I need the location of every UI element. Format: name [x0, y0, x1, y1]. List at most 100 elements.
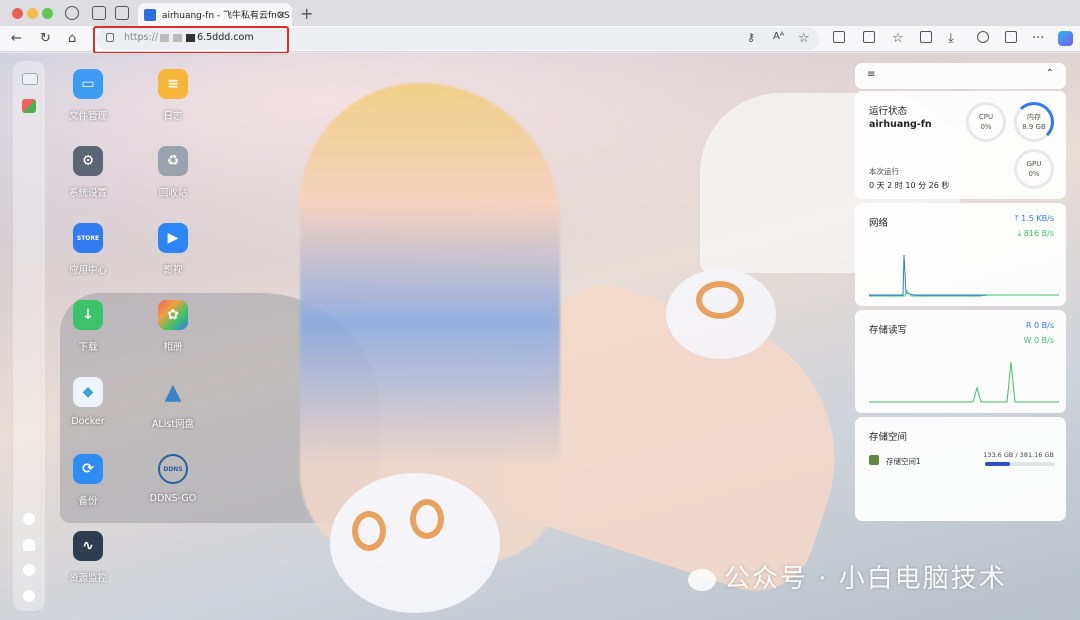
- tab-title: airhuang-fn - 飞牛私有云fnOS: [162, 11, 290, 21]
- resource-monitor-icon: ∿: [73, 531, 103, 561]
- memory-gauge: 内存 8.9 GB: [1014, 102, 1054, 142]
- app-recycle-bin[interactable]: ♻ 回收站: [133, 146, 213, 199]
- browser-tab-bar: airhuang-fn - 飞牛私有云fnOS × +: [0, 0, 1080, 26]
- app-ddns-go[interactable]: DDNS DDNS-GO: [133, 454, 213, 504]
- wechat-icon: [688, 568, 716, 591]
- store-icon: STORE: [73, 223, 103, 253]
- collapse-widgets-icon[interactable]: ⌃: [1046, 68, 1054, 79]
- write-line: [869, 361, 1059, 403]
- app-label: 影视: [163, 265, 183, 276]
- tab-actions-icon[interactable]: [115, 6, 129, 20]
- pillow-eye: [696, 281, 744, 319]
- app-alist[interactable]: ▲ AList网盘: [133, 377, 213, 431]
- app-label: 回收站: [158, 188, 188, 199]
- widget-title: 存储读写: [869, 325, 908, 336]
- split-screen-icon[interactable]: [863, 31, 875, 43]
- app-label: 日志: [163, 111, 183, 122]
- profile-icon[interactable]: [65, 6, 79, 20]
- vpn-icon[interactable]: [977, 31, 989, 43]
- reload-icon[interactable]: ↻: [40, 31, 51, 46]
- copilot-icon[interactable]: [1058, 31, 1073, 46]
- widget-system-status[interactable]: 运行状态 airhuang-fn CPU 0% 内存 8.9 GB GPU 0%…: [855, 91, 1066, 199]
- app-video[interactable]: ▶ 影视: [133, 223, 213, 276]
- home-icon[interactable]: ⌂: [68, 31, 76, 46]
- browser-nav-bar: ← ↻ ⌂ https://6.5ddd.com ⚷ Aᴬ ☆ ☆ ⤓ ···: [0, 26, 1080, 54]
- fnos-favicon-icon: [144, 8, 156, 21]
- desktop-icon[interactable]: [22, 73, 38, 85]
- backup-icon: ⟳: [73, 454, 103, 484]
- new-tab-button[interactable]: +: [300, 4, 313, 23]
- collections-icon[interactable]: [920, 31, 932, 43]
- key-icon[interactable]: ⚷: [747, 31, 755, 44]
- read-aloud-icon[interactable]: Aᴬ: [773, 31, 784, 42]
- download-speed-value: 816 B/s: [1023, 229, 1054, 238]
- app-logs[interactable]: ≡ 日志: [133, 69, 213, 122]
- tab-close-button[interactable]: ×: [277, 8, 286, 21]
- widget-settings-icon[interactable]: ≡: [867, 69, 875, 80]
- network-chart: [869, 254, 1059, 297]
- storage-usage-fill: [985, 462, 1010, 466]
- alist-icon: ▲: [164, 379, 182, 405]
- gpu-value: 0%: [1028, 170, 1040, 178]
- disk-io-chart: [869, 361, 1059, 403]
- tab-active[interactable]: airhuang-fn - 飞牛私有云fnOS ×: [138, 3, 292, 26]
- app-label: 相册: [163, 342, 183, 353]
- downloads-icon[interactable]: ⤓: [948, 31, 954, 46]
- minimize-window-button[interactable]: [27, 8, 38, 19]
- app-label: 资源监控: [68, 573, 107, 584]
- settings-icon: ⚙: [73, 146, 103, 176]
- gear-icon[interactable]: [23, 590, 35, 602]
- upload-speed-value: 1.5 KB/s: [1021, 214, 1054, 223]
- gpu-gauge: GPU 0%: [1014, 149, 1054, 189]
- more-menu-icon[interactable]: ···: [1032, 31, 1044, 46]
- pillow-eye: [352, 511, 386, 551]
- cpu-label: CPU: [978, 113, 994, 121]
- app-download[interactable]: ↓ 下载: [48, 300, 128, 353]
- app-label: 备份: [78, 496, 98, 507]
- wallpaper-pillow-2: [666, 269, 776, 359]
- cpu-value: 0%: [980, 123, 992, 131]
- left-dock: [13, 61, 45, 611]
- widget-title: 运行状态: [869, 106, 908, 117]
- desktop: ▭ 文件管理 ⚙ 系统设置 STORE 应用中心 ↓ 下载 ◆ Docker ⟳…: [0, 53, 1080, 620]
- favorite-star-icon[interactable]: ☆: [798, 31, 810, 46]
- widget-storage[interactable]: 存储空间 存储空间1 133.6 GB / 381.16 GB: [855, 417, 1066, 521]
- close-window-button[interactable]: [12, 8, 23, 19]
- app-backup[interactable]: ⟳ 备份: [48, 454, 128, 507]
- storage-usage-bar: [985, 462, 1055, 466]
- maximize-window-button[interactable]: [42, 8, 53, 19]
- app-file-manager[interactable]: ▭ 文件管理: [48, 69, 128, 122]
- clock-icon[interactable]: [23, 513, 35, 525]
- upload-line: [869, 254, 1059, 296]
- widget-disk-io[interactable]: 存储读写 R 0 B/s W 0 B/s: [855, 310, 1066, 413]
- back-icon[interactable]: ←: [11, 31, 22, 46]
- user-icon[interactable]: [23, 564, 35, 576]
- app-system-settings[interactable]: ⚙ 系统设置: [48, 146, 128, 199]
- cpu-gauge: CPU 0%: [966, 102, 1006, 142]
- app-label: 应用中心: [68, 265, 107, 276]
- memory-label: 内存: [1027, 113, 1041, 121]
- bell-icon[interactable]: [23, 539, 35, 551]
- download-speed: ⤓ 816 B/s: [1018, 229, 1054, 239]
- screenshot-icon[interactable]: [1005, 31, 1017, 43]
- widget-title: 存储空间: [869, 432, 908, 443]
- video-icon: ▶: [158, 223, 188, 253]
- storage-volume-icon: [869, 455, 879, 465]
- watermark-label: 公众号 · 小白电脑技术: [724, 564, 1007, 594]
- hostname: airhuang-fn: [869, 119, 932, 130]
- app-label: 下载: [78, 342, 98, 353]
- app-photos[interactable]: ✿ 相册: [133, 300, 213, 353]
- workspaces-icon[interactable]: [92, 6, 106, 20]
- widget-network[interactable]: 网络 ⤒ 1.5 KB/s ⤓ 816 B/s: [855, 203, 1066, 306]
- storage-usage-text: 133.6 GB / 381.16 GB: [983, 451, 1054, 459]
- app-label: DDNS-GO: [149, 493, 197, 504]
- app-label: AList网盘: [151, 419, 195, 430]
- app-store[interactable]: STORE 应用中心: [48, 223, 128, 276]
- app-grid-icon[interactable]: [22, 99, 36, 113]
- extensions-icon[interactable]: [833, 31, 845, 43]
- url-highlight-box: [93, 26, 289, 54]
- favorites-icon[interactable]: ☆: [892, 31, 904, 46]
- app-resource-monitor[interactable]: ∿ 资源监控: [48, 531, 128, 584]
- app-label: Docker: [71, 416, 105, 427]
- app-docker[interactable]: ◆ Docker: [48, 377, 128, 427]
